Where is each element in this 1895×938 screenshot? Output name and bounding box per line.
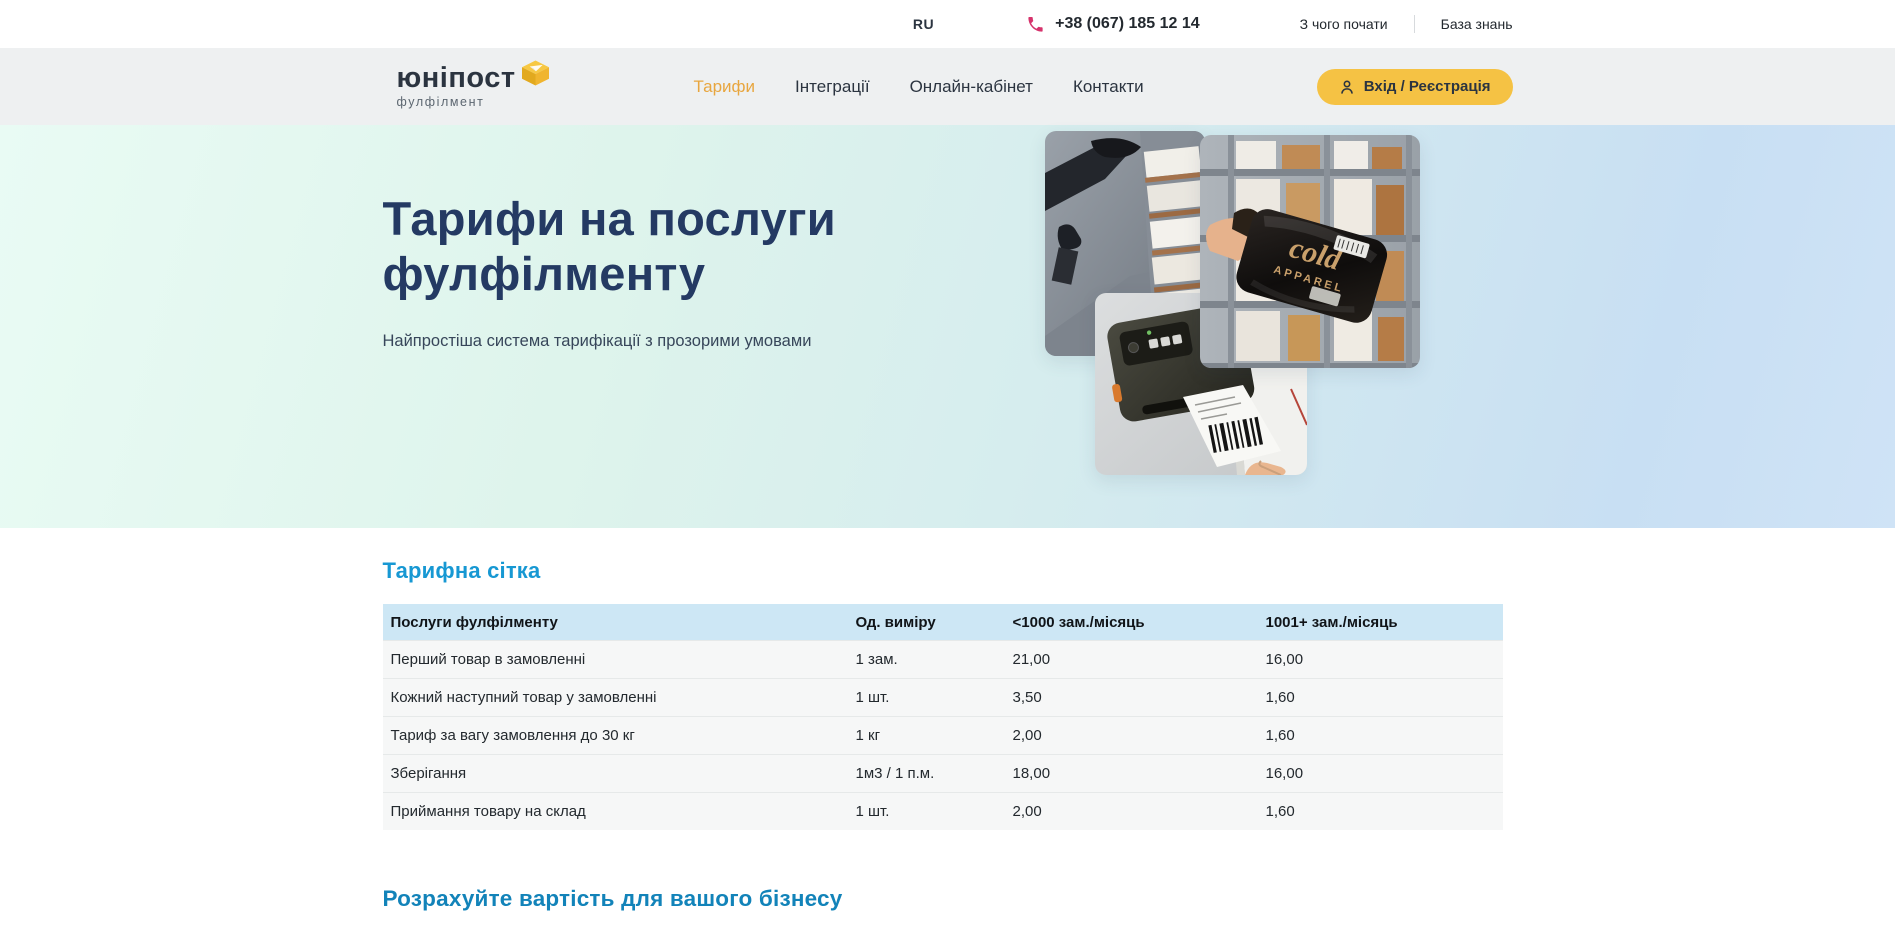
nav-item-cabinet[interactable]: Онлайн-кабінет [910, 77, 1033, 97]
login-register-button[interactable]: Вхід / Реєстрація [1317, 69, 1513, 105]
user-icon [1339, 79, 1355, 95]
table-cell: 2,00 [1005, 727, 1258, 744]
table-column-header: Послуги фулфілменту [383, 614, 848, 631]
hero-section: Тарифи на послуги фулфілменту Найпростіш… [0, 125, 1895, 528]
table-column-header: Од. виміру [848, 614, 1005, 631]
nav-item-contacts[interactable]: Контакти [1073, 77, 1144, 97]
calculator-section-title: Розрахуйте вартість для вашого бізнесу [383, 886, 1513, 912]
table-row: Кожний наступний товар у замовленні 1 шт… [383, 678, 1503, 716]
table-cell: 16,00 [1258, 651, 1503, 668]
table-cell: Кожний наступний товар у замовленні [383, 689, 848, 706]
table-cell: Приймання товару на склад [383, 803, 848, 820]
table-row: Зберігання 1м3 / 1 п.м. 18,00 16,00 [383, 754, 1503, 792]
header: юніпост фулфілмент Тарифи Інтеграції О [0, 48, 1895, 125]
table-cell: 1 зам. [848, 651, 1005, 668]
nav-item-tariffs[interactable]: Тарифи [694, 77, 756, 97]
page: RU +38 (067) 185 12 14 З чого почати Баз… [0, 0, 1895, 938]
main-nav: Тарифи Інтеграції Онлайн-кабінет Контакт… [694, 77, 1144, 97]
table-cell: 1 шт. [848, 689, 1005, 706]
table-cell: 1,60 [1258, 689, 1503, 706]
table-row: Приймання товару на склад 1 шт. 2,00 1,6… [383, 792, 1503, 830]
black-parcel-photo: cold APPAREL [1200, 135, 1420, 368]
pricing-table-header: Послуги фулфілменту Од. виміру <1000 зам… [383, 604, 1503, 640]
table-cell: Тариф за вагу замовлення до 30 кг [383, 727, 848, 744]
table-cell: 1,60 [1258, 803, 1503, 820]
table-cell: 1 шт. [848, 803, 1005, 820]
page-title: Тарифи на послуги фулфілменту [383, 191, 943, 302]
logo-name: юніпост [397, 64, 516, 93]
table-cell: 2,00 [1005, 803, 1258, 820]
logo-cube-icon [522, 60, 549, 91]
table-cell: 1,60 [1258, 727, 1503, 744]
pricing-section: Тарифна сітка Послуги фулфілменту Од. ви… [0, 528, 1895, 912]
table-cell: 16,00 [1258, 765, 1503, 782]
table-cell: 18,00 [1005, 765, 1258, 782]
topbar-link-start[interactable]: З чого почати [1300, 16, 1388, 32]
phone-link[interactable]: +38 (067) 185 12 14 [1026, 15, 1200, 34]
language-switcher[interactable]: RU [913, 16, 934, 32]
pricing-table: Послуги фулфілменту Од. виміру <1000 зам… [383, 604, 1503, 830]
pricing-section-title: Тарифна сітка [383, 558, 1513, 584]
login-register-label: Вхід / Реєстрація [1364, 78, 1491, 95]
table-column-header: <1000 зам./місяць [1005, 614, 1258, 631]
table-cell: 21,00 [1005, 651, 1258, 668]
hero-photo-collage: cold APPAREL [1045, 128, 1425, 478]
nav-item-integrations[interactable]: Інтеграції [795, 77, 870, 97]
logo-tagline: фулфілмент [397, 96, 516, 109]
table-cell: 1м3 / 1 п.м. [848, 765, 1005, 782]
table-cell: Перший товар в замовленні [383, 651, 848, 668]
table-cell: 1 кг [848, 727, 1005, 744]
table-column-header: 1001+ зам./місяць [1258, 614, 1503, 631]
logo[interactable]: юніпост фулфілмент [397, 64, 549, 109]
phone-number: +38 (067) 185 12 14 [1055, 15, 1200, 33]
phone-icon [1026, 15, 1045, 34]
table-row: Тариф за вагу замовлення до 30 кг 1 кг 2… [383, 716, 1503, 754]
table-cell: 3,50 [1005, 689, 1258, 706]
topbar-link-knowledge[interactable]: База знань [1441, 16, 1513, 32]
topbar: RU +38 (067) 185 12 14 З чого почати Баз… [0, 0, 1895, 48]
table-row: Перший товар в замовленні 1 зам. 21,00 1… [383, 640, 1503, 678]
topbar-divider [1414, 15, 1415, 33]
table-cell: Зберігання [383, 765, 848, 782]
